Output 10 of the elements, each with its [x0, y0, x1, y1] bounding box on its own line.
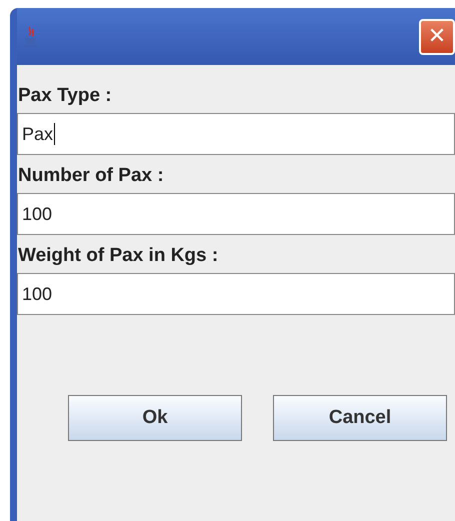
field-label: Weight of Pax in Kgs :: [17, 244, 220, 268]
input-field[interactable]: 100: [17, 273, 455, 315]
ok-button[interactable]: Ok: [68, 395, 242, 441]
input-field[interactable]: 100: [17, 193, 455, 235]
field-label: Pax Type :: [17, 84, 113, 108]
coffee-cup-icon: [23, 26, 39, 48]
input-field[interactable]: Pax: [17, 113, 455, 155]
close-button[interactable]: ✕: [419, 18, 455, 54]
cancel-button[interactable]: Cancel: [273, 395, 447, 441]
field-label: Number of Pax :: [17, 164, 165, 188]
